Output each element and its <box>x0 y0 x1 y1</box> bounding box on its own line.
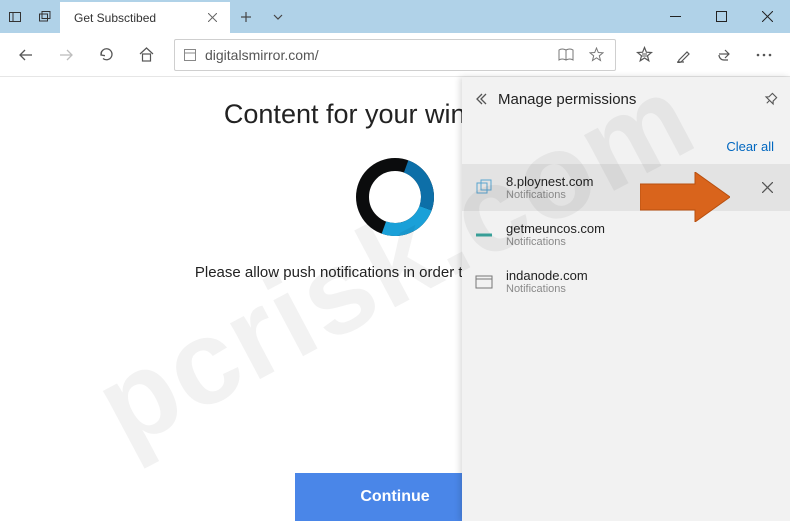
permission-domain: 8.ploynest.com <box>506 174 744 189</box>
panel-back-icon[interactable] <box>474 92 488 106</box>
close-tab-icon[interactable] <box>204 10 220 26</box>
titlebar: Get Subsctibed <box>0 0 790 33</box>
remove-permission-icon[interactable] <box>756 177 778 199</box>
loading-spinner-icon <box>356 158 434 236</box>
back-button[interactable] <box>8 37 44 73</box>
toolbar <box>0 33 790 77</box>
permission-type: Notifications <box>506 189 744 201</box>
site-info-icon[interactable] <box>183 48 197 62</box>
titlebar-left-buttons <box>0 0 60 33</box>
permission-type: Notifications <box>506 236 778 248</box>
browser-tab[interactable]: Get Subsctibed <box>60 2 230 33</box>
reading-view-icon[interactable] <box>555 48 577 62</box>
window-controls <box>652 0 790 33</box>
maximize-button[interactable] <box>698 0 744 33</box>
favorites-button[interactable] <box>626 37 662 73</box>
permission-item[interactable]: indanode.comNotifications <box>462 258 790 305</box>
panel-title: Manage permissions <box>498 91 754 108</box>
permission-domain: getmeuncos.com <box>506 221 778 236</box>
pin-icon[interactable] <box>764 92 778 106</box>
permission-item[interactable]: 8.ploynest.comNotifications <box>462 164 790 211</box>
forward-button[interactable] <box>48 37 84 73</box>
more-button[interactable] <box>746 37 782 73</box>
permission-text: indanode.comNotifications <box>506 268 778 295</box>
site-icon <box>474 225 494 245</box>
site-icon <box>474 272 494 292</box>
new-tab-button[interactable] <box>230 11 262 23</box>
permission-domain: indanode.com <box>506 268 778 283</box>
permission-type: Notifications <box>506 283 778 295</box>
site-icon <box>474 178 494 198</box>
permissions-list: 8.ploynest.comNotificationsgetmeuncos.co… <box>462 164 790 305</box>
refresh-button[interactable] <box>88 37 124 73</box>
minimize-button[interactable] <box>652 0 698 33</box>
permission-text: 8.ploynest.comNotifications <box>506 174 744 201</box>
address-bar[interactable] <box>174 39 616 71</box>
panel-header: Manage permissions <box>462 77 790 121</box>
tab-actions <box>230 0 294 33</box>
home-button[interactable] <box>128 37 164 73</box>
permissions-panel: Manage permissions Clear all 8.ploynest.… <box>462 77 790 521</box>
tab-menu-button[interactable] <box>262 11 294 23</box>
multi-window-icon[interactable] <box>30 0 60 33</box>
clear-all-button[interactable]: Clear all <box>726 139 774 154</box>
permission-item[interactable]: getmeuncos.comNotifications <box>462 211 790 258</box>
url-input[interactable] <box>205 47 547 63</box>
notes-button[interactable] <box>666 37 702 73</box>
favorite-star-icon[interactable] <box>585 47 607 62</box>
tab-title: Get Subsctibed <box>74 11 204 25</box>
close-window-button[interactable] <box>744 0 790 33</box>
share-button[interactable] <box>706 37 742 73</box>
permission-text: getmeuncos.comNotifications <box>506 221 778 248</box>
panel-actions: Clear all <box>462 121 790 164</box>
sidebar-icon[interactable] <box>0 0 30 33</box>
